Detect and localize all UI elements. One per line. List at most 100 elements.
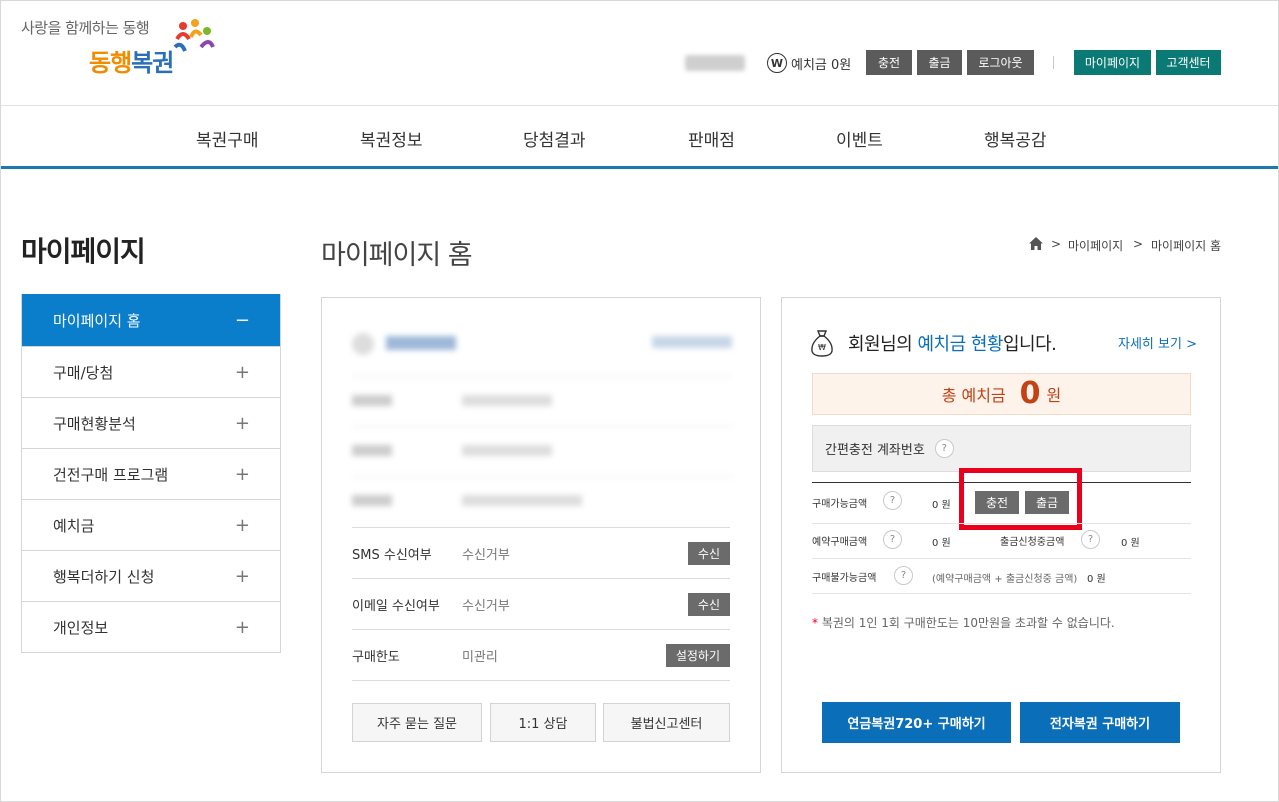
unavailable-amount-detail: (예약구매금액 + 출금신청중 금액) — [932, 574, 1078, 585]
svg-text:₩: ₩ — [818, 343, 826, 352]
sidebar-item-happiness-plus[interactable]: 행복더하기 신청 + — [22, 550, 280, 601]
breadcrumb-mypage[interactable]: 마이페이지 — [1068, 237, 1123, 254]
total-deposit-box: 총 예치금 0 원 — [812, 373, 1191, 415]
sms-consent-label: SMS 수신여부 — [352, 547, 432, 563]
plus-icon: + — [234, 616, 250, 638]
divider — [352, 376, 732, 377]
divider — [352, 680, 730, 681]
customer-center-link[interactable]: 고객센터 — [1156, 50, 1221, 75]
plus-icon: + — [234, 361, 250, 383]
sidebar-title: 마이페이지 — [21, 235, 146, 268]
logo-text-2: 복권 — [131, 49, 174, 77]
help-icon[interactable]: ? — [883, 530, 902, 549]
sms-consent-value: 수신거부 — [462, 547, 510, 563]
header-divider — [1053, 56, 1054, 69]
email-consent-value: 수신거부 — [462, 598, 510, 614]
site-header: 사랑을 함께하는 동행 동행복권 W 예치금 0원 충전 출금 로그아웃 마이페… — [1, 1, 1278, 106]
divider — [352, 476, 732, 477]
sidebar-item-label: 건전구매 프로그램 — [53, 465, 169, 484]
sidebar-item-purchase-win[interactable]: 구매/당첨 + — [22, 346, 280, 397]
unavailable-amount-value: 0 원 — [1087, 574, 1106, 585]
reserved-amount-value: 0 원 — [932, 538, 951, 549]
header-deposit-amount: 0원 — [831, 58, 852, 73]
profile-card: SMS 수신여부 수신거부 수신 이메일 수신여부 수신거부 수신 구매한도 미… — [321, 297, 761, 773]
sms-consent-button[interactable]: 수신 — [687, 541, 730, 565]
withdraw-request-label: 출금신청중금액 — [1000, 537, 1065, 548]
profile-name-blurred — [386, 336, 456, 350]
sidebar-item-mypage-home[interactable]: 마이페이지 홈 − — [22, 294, 280, 346]
nav-events[interactable]: 이벤트 — [836, 126, 883, 151]
reserved-amount-label: 예약구매금액 — [812, 537, 868, 548]
logout-button[interactable]: 로그아웃 — [967, 50, 1034, 75]
sidebar-menu: 마이페이지 홈 − 구매/당첨 + 구매현황분석 + 건전구매 프로그램 + 예치금 + … — [21, 294, 281, 653]
nav-buy-lottery[interactable]: 복권구매 — [196, 126, 259, 151]
buy-pension-lottery-button[interactable]: 연금복권720+ 구매하기 — [822, 702, 1011, 743]
deposit-heading-prefix: 회원님의 — [848, 334, 918, 355]
header-deposit: 예치금 0원 — [791, 54, 851, 73]
sidebar-item-healthy-purchase[interactable]: 건전구매 프로그램 + — [22, 448, 280, 499]
deposit-heading: 회원님의 예치금 현황입니다. — [848, 330, 1057, 356]
nav-results[interactable]: 당첨결과 — [523, 126, 586, 151]
sidebar-item-label: 개인정보 — [53, 618, 109, 637]
header-withdraw-button[interactable]: 출금 — [917, 50, 962, 75]
note-text: 복권의 1인 1회 구매한도는 10만원을 초과할 수 없습니다. — [818, 616, 1115, 630]
sidebar-item-label: 구매현황분석 — [53, 414, 136, 433]
purchase-limit-setting-button[interactable]: 설정하기 — [665, 643, 730, 667]
sidebar-item-label: 행복더하기 신청 — [53, 567, 155, 586]
nav-lottery-info[interactable]: 복권정보 — [360, 126, 423, 151]
won-icon: W — [767, 53, 787, 73]
divider — [812, 558, 1191, 559]
help-icon[interactable]: ? — [1081, 530, 1100, 549]
total-deposit-unit: 원 — [1046, 386, 1062, 405]
blurred-label — [352, 495, 392, 506]
deposit-detail-link[interactable]: 자세히 보기 > — [1118, 333, 1197, 352]
money-bag-icon: ₩ — [811, 330, 833, 357]
buy-e-lottery-button[interactable]: 전자복권 구매하기 — [1020, 702, 1180, 743]
easy-charge-account-box: 간편충전 계좌번호 ? — [812, 425, 1191, 472]
profile-link-blurred — [652, 336, 732, 348]
breadcrumb-separator: > — [1051, 237, 1062, 251]
faq-button[interactable]: 자주 묻는 질문 — [352, 703, 482, 742]
purchase-limit-note: * 복권의 1인 1회 구매한도는 10만원을 초과할 수 없습니다. — [812, 614, 1115, 631]
mypage-link[interactable]: 마이페이지 — [1074, 50, 1151, 75]
help-icon[interactable]: ? — [883, 491, 902, 510]
home-icon[interactable] — [1029, 237, 1043, 250]
header-charge-button[interactable]: 충전 — [866, 50, 912, 75]
deposit-card: ₩ 회원님의 예치금 현황입니다. 자세히 보기 > 총 예치금 0 원 간편충… — [781, 297, 1221, 773]
sidebar-item-purchase-analysis[interactable]: 구매현황분석 + — [22, 397, 280, 448]
help-icon[interactable]: ? — [934, 439, 954, 458]
available-amount-value: 0 원 — [932, 500, 951, 511]
logo-wordmark: 동행복권 — [89, 43, 174, 78]
blurred-value — [462, 445, 552, 456]
unavailable-amount-label: 구매불가능금액 — [812, 573, 877, 584]
nav-happiness[interactable]: 행복공감 — [984, 126, 1047, 151]
user-name-blurred — [685, 55, 745, 71]
purchase-limit-label: 구매한도 — [352, 649, 400, 665]
total-deposit-label: 총 예치금 — [941, 386, 1006, 405]
sidebar-item-deposit[interactable]: 예치금 + — [22, 499, 280, 550]
purchase-limit-row: 구매한도 미관리 설정하기 — [352, 629, 730, 680]
logo-tagline: 사랑을 함께하는 동행 — [21, 19, 150, 37]
logo-people-icon — [173, 19, 215, 52]
one-to-one-button[interactable]: 1:1 상담 — [490, 703, 596, 742]
help-icon[interactable]: ? — [894, 566, 913, 585]
email-consent-button[interactable]: 수신 — [687, 592, 730, 616]
blurred-value — [462, 395, 552, 406]
sidebar-item-personal-info[interactable]: 개인정보 + — [22, 601, 280, 652]
available-amount-label: 구매가능금액 — [812, 499, 868, 510]
easy-charge-label: 간편충전 계좌번호 — [825, 443, 925, 458]
nav-stores[interactable]: 판매점 — [688, 126, 735, 151]
blurred-value — [462, 495, 582, 506]
site-logo[interactable]: 사랑을 함께하는 동행 동행복권 — [21, 15, 221, 87]
illegal-report-button[interactable]: 불법신고센터 — [603, 703, 730, 742]
breadcrumb-separator: > — [1133, 237, 1144, 251]
email-consent-label: 이메일 수신여부 — [352, 598, 440, 614]
sidebar-item-label: 마이페이지 홈 — [53, 312, 141, 330]
blurred-label — [352, 395, 392, 406]
total-deposit-value: 0 — [1019, 376, 1041, 411]
sidebar-item-label: 예치금 — [53, 516, 95, 535]
deposit-heading-highlight: 예치금 현황 — [917, 334, 1003, 355]
highlight-box — [959, 468, 1082, 530]
plus-icon: + — [234, 514, 250, 536]
plus-icon: + — [234, 565, 250, 587]
